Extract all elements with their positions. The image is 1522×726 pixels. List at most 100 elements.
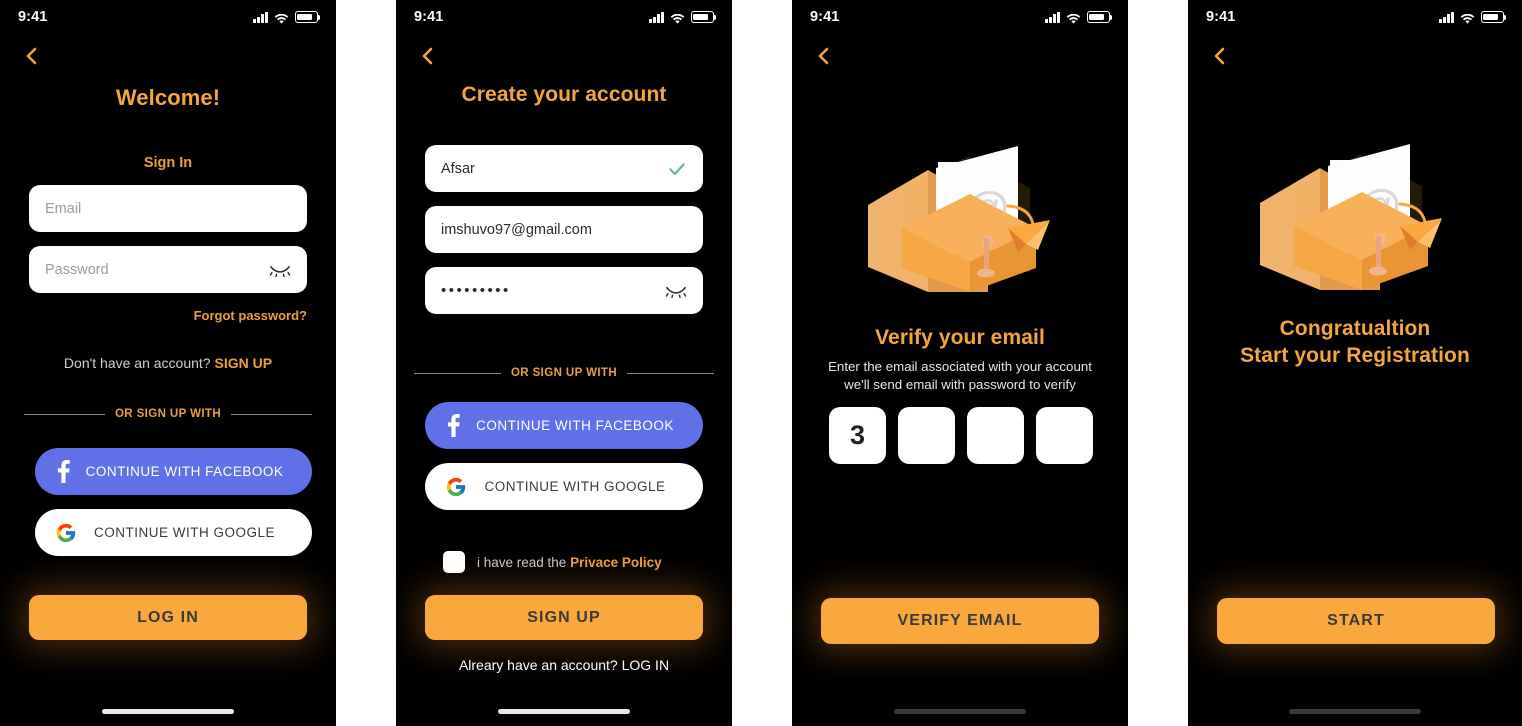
panel-gap — [732, 0, 792, 726]
chevron-left-icon — [818, 47, 829, 65]
signup-prompt-text: Don't have an account? — [63, 355, 215, 371]
email-value: imshuvo97@gmail.com — [441, 221, 592, 238]
google-icon — [55, 522, 77, 544]
email-placeholder: Email — [45, 200, 82, 217]
back-button[interactable] — [1208, 44, 1232, 68]
home-indicator — [102, 709, 234, 714]
or-sign-up-divider: OR SIGN UP WITH — [414, 367, 715, 379]
password-value: ••••••••• — [441, 282, 511, 299]
privacy-policy-prefix: i have read the — [477, 554, 571, 570]
status-time: 9:41 — [414, 9, 444, 25]
status-bar: 9:41 — [0, 0, 336, 34]
battery-icon — [1481, 11, 1507, 23]
page-title: Create your account — [461, 83, 667, 106]
sign-up-link[interactable]: SIGN UP — [214, 355, 272, 371]
panel-gap — [1128, 0, 1188, 726]
otp-cell-2[interactable] — [898, 407, 955, 464]
otp-cell-1[interactable]: 3 — [829, 407, 886, 464]
toggle-password-visibility[interactable] — [269, 263, 291, 277]
eye-off-icon — [269, 265, 291, 277]
screen-sign-in: 9:41 Welcome! Sign In Email Password For… — [0, 0, 336, 726]
chevron-left-icon — [422, 47, 433, 65]
sign-in-label: Sign In — [143, 155, 193, 171]
toggle-password-visibility[interactable] — [665, 284, 687, 298]
verify-subcopy: Enter the email associated with your acc… — [792, 358, 1128, 394]
continue-with-facebook-button[interactable]: CONTINUE WITH FACEBOOK — [35, 448, 312, 495]
email-field[interactable]: imshuvo97@gmail.com — [425, 206, 703, 253]
signal-bars-icon — [253, 11, 268, 23]
back-button[interactable] — [416, 44, 440, 68]
log-in-link[interactable]: LOG IN — [622, 657, 669, 673]
back-button[interactable] — [20, 44, 44, 68]
status-bar: 9:41 — [396, 0, 732, 34]
home-indicator — [498, 709, 630, 714]
name-valid-indicator — [667, 159, 687, 179]
page-title-line1: Congratualtion — [1279, 317, 1431, 340]
log-in-button[interactable]: LOG IN — [29, 595, 307, 640]
divider-label: OR SIGN UP WITH — [114, 408, 222, 420]
password-placeholder: Password — [45, 261, 109, 278]
wifi-icon — [670, 12, 685, 24]
otp-cell-4[interactable] — [1036, 407, 1093, 464]
page-title: Welcome! — [115, 85, 221, 110]
wifi-icon — [1066, 12, 1081, 24]
facebook-button-label: CONTINUE WITH FACEBOOK — [476, 418, 674, 433]
panel-gap — [336, 0, 396, 726]
password-field[interactable]: ••••••••• — [425, 267, 703, 314]
google-icon — [445, 476, 467, 498]
privacy-policy-checkbox[interactable] — [443, 551, 465, 573]
chevron-left-icon — [26, 47, 37, 65]
battery-icon — [1087, 11, 1113, 23]
screen-verify-email: 9:41 @ — [792, 0, 1128, 726]
eye-off-icon — [665, 286, 687, 298]
privacy-policy-link[interactable]: Privace Policy — [570, 555, 662, 570]
divider-line-left — [414, 372, 501, 374]
page-title: Verify your email — [875, 326, 1045, 349]
status-time: 9:41 — [810, 9, 840, 25]
facebook-icon — [447, 414, 460, 437]
name-value: Afsar — [441, 160, 475, 177]
signal-bars-icon — [1045, 11, 1060, 23]
facebook-button-label: CONTINUE WITH FACEBOOK — [85, 464, 284, 479]
wifi-icon — [1460, 12, 1475, 24]
divider-line-right — [627, 372, 715, 374]
sign-up-button[interactable]: SIGN UP — [425, 595, 703, 640]
envelope-mail-illustration: @ — [1232, 108, 1472, 298]
home-indicator — [1289, 709, 1421, 714]
continue-with-google-button[interactable]: CONTINUE WITH GOOGLE — [425, 463, 703, 510]
otp-input-group: 3 — [829, 407, 1093, 464]
status-icons — [649, 11, 717, 24]
continue-with-google-button[interactable]: CONTINUE WITH GOOGLE — [35, 509, 312, 556]
login-prompt-text: Alreary have an account? — [458, 657, 622, 673]
verify-subcopy-line2: we'll send email with password to verify — [844, 376, 1076, 392]
password-field[interactable]: Password — [29, 246, 307, 293]
continue-with-facebook-button[interactable]: CONTINUE WITH FACEBOOK — [425, 402, 703, 449]
status-time: 9:41 — [1206, 9, 1236, 25]
status-icons — [253, 11, 321, 24]
home-indicator — [894, 709, 1026, 714]
start-button[interactable]: START — [1217, 598, 1495, 644]
signal-bars-icon — [649, 11, 664, 23]
verify-email-button[interactable]: VERIFY EMAIL — [821, 598, 1099, 644]
verify-subcopy-line1: Enter the email associated with your acc… — [828, 359, 1092, 374]
email-field[interactable]: Email — [29, 185, 307, 232]
wifi-icon — [274, 12, 289, 24]
back-button[interactable] — [812, 44, 836, 68]
status-icons — [1439, 11, 1507, 24]
divider-line-left — [24, 413, 105, 415]
name-field[interactable]: Afsar — [425, 145, 703, 192]
battery-icon — [295, 11, 321, 23]
privacy-policy-text: i have read the Privace Policy — [477, 555, 662, 570]
envelope-mail-illustration: @ — [840, 110, 1080, 300]
facebook-icon — [57, 460, 70, 483]
status-time: 9:41 — [18, 9, 48, 25]
battery-icon — [691, 11, 717, 23]
divider-label: OR SIGN UP WITH — [510, 367, 618, 379]
or-sign-up-divider: OR SIGN UP WITH — [24, 408, 313, 420]
forgot-password-link[interactable]: Forgot password? — [194, 308, 307, 323]
status-bar: 9:41 — [792, 0, 1128, 34]
login-prompt: Alreary have an account? LOG IN — [396, 657, 732, 673]
otp-cell-3[interactable] — [967, 407, 1024, 464]
screen-congratulation: 9:41 @ — [1188, 0, 1522, 726]
divider-line-right — [231, 413, 313, 415]
